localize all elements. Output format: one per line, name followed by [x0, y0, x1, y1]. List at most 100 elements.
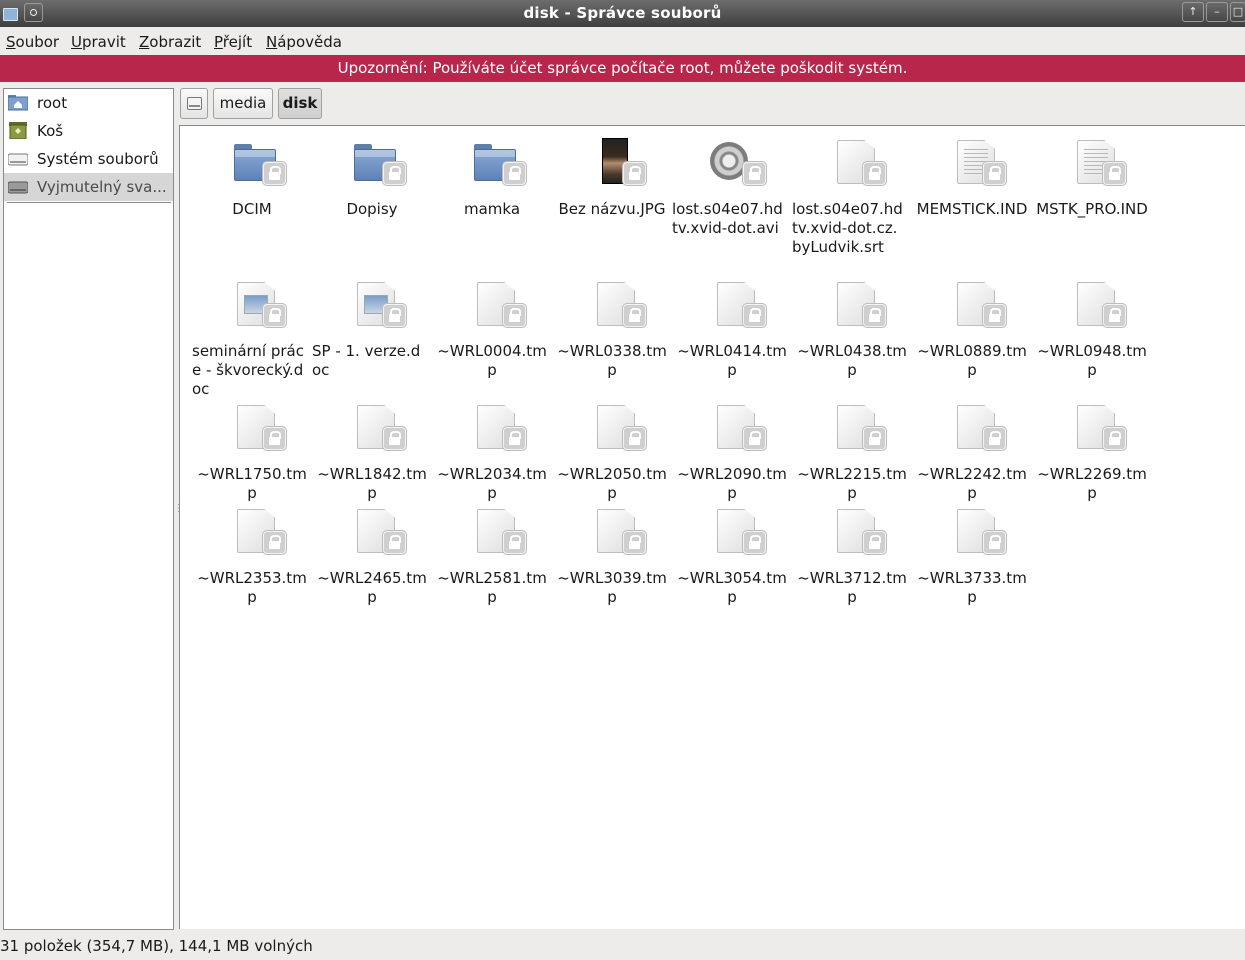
- lock-icon: [863, 304, 886, 327]
- lock-icon: [383, 531, 406, 554]
- file-item[interactable]: ~WRL2581.tmp: [432, 507, 552, 627]
- sidebar-item-trash[interactable]: Koš: [4, 117, 173, 145]
- file-item[interactable]: ~WRL0889.tmp: [912, 280, 1032, 400]
- file-name-label: ~WRL1750.tmp: [197, 465, 307, 502]
- lock-icon: [743, 304, 766, 327]
- file-item[interactable]: ~WRL2242.tmp: [912, 403, 1032, 523]
- file-item[interactable]: ~WRL2465.tmp: [312, 507, 432, 627]
- file-item[interactable]: ~WRL3054.tmp: [672, 507, 792, 627]
- file-name-label: ~WRL2353.tmp: [197, 569, 307, 606]
- status-bar: 31 položek (354,7 MB), 144,1 MB volných: [0, 937, 313, 955]
- blank-file-icon: [944, 280, 1006, 328]
- menu-help[interactable]: Nápověda: [266, 33, 342, 51]
- file-item[interactable]: ~WRL0438.tmp: [792, 280, 912, 400]
- sidebar-item-filesystem[interactable]: Systém souborů: [4, 145, 173, 173]
- file-item[interactable]: lost.s04e07.hdtv.xvid-dot.cz.byLudvik.sr…: [792, 138, 912, 258]
- menu-edit[interactable]: Upravit: [71, 33, 126, 51]
- lock-icon: [623, 304, 646, 327]
- path-segment-disk[interactable]: disk: [278, 88, 322, 119]
- file-item[interactable]: ~WRL2215.tmp: [792, 403, 912, 523]
- menu-file-mnemonic: S: [6, 33, 16, 51]
- menu-bar: Soubor Upravit Zobrazit Přejít Nápověda: [0, 27, 1245, 55]
- file-name-label: ~WRL2050.tmp: [557, 465, 667, 502]
- document-file-icon: [344, 280, 406, 328]
- menu-go[interactable]: Přejít: [214, 33, 252, 51]
- sidebar-item-label: Systém souborů: [37, 150, 159, 168]
- video-file-icon: [704, 138, 766, 186]
- lock-icon: [623, 162, 646, 185]
- file-item[interactable]: ~WRL2050.tmp: [552, 403, 672, 523]
- menu-file[interactable]: Soubor: [6, 33, 59, 51]
- file-name-label: ~WRL3712.tmp: [797, 569, 907, 606]
- file-item[interactable]: ~WRL3712.tmp: [792, 507, 912, 627]
- path-root-button[interactable]: [180, 88, 208, 119]
- file-name-label: ~WRL0948.tmp: [1037, 342, 1147, 379]
- file-item[interactable]: ~WRL3039.tmp: [552, 507, 672, 627]
- blank-file-icon: [944, 507, 1006, 555]
- sidebar-item-label: root: [37, 94, 68, 112]
- lock-icon: [863, 427, 886, 450]
- file-item[interactable]: Dopisy: [312, 138, 432, 258]
- lock-icon: [263, 531, 286, 554]
- file-item[interactable]: ~WRL2090.tmp: [672, 403, 792, 523]
- file-item[interactable]: ~WRL0004.tmp: [432, 280, 552, 400]
- file-name-label: ~WRL2581.tmp: [437, 569, 547, 606]
- file-item[interactable]: lost.s04e07.hdtv.xvid-dot.avi: [672, 138, 792, 258]
- sidebar-item-removable[interactable]: Vyjmutelný sva...: [4, 173, 173, 201]
- lock-icon: [983, 531, 1006, 554]
- maximize-up-button[interactable]: ↑: [1182, 2, 1204, 22]
- blank-file-icon: [824, 507, 886, 555]
- file-item[interactable]: mamka: [432, 138, 552, 258]
- sidebar-item-root[interactable]: root: [4, 89, 173, 117]
- restore-button[interactable]: □: [1230, 2, 1245, 22]
- title-bar: disk - Správce souborů ↑ – □: [0, 0, 1245, 27]
- lock-icon: [503, 427, 526, 450]
- file-name-label: ~WRL0889.tmp: [917, 342, 1027, 379]
- file-item[interactable]: MEMSTICK.IND: [912, 138, 1032, 258]
- file-name-label: SP - 1. verze.doc: [312, 342, 421, 379]
- menu-edit-label: pravit: [81, 33, 126, 51]
- file-item[interactable]: ~WRL2269.tmp: [1032, 403, 1152, 523]
- file-item[interactable]: seminární práce - škvorecký.doc: [192, 280, 312, 400]
- file-item[interactable]: ~WRL3733.tmp: [912, 507, 1032, 627]
- folder-icon: [344, 138, 406, 186]
- lock-icon: [503, 531, 526, 554]
- file-item[interactable]: ~WRL1750.tmp: [192, 403, 312, 523]
- file-item[interactable]: ~WRL2353.tmp: [192, 507, 312, 627]
- blank-file-icon: [224, 403, 286, 451]
- blank-file-icon: [824, 280, 886, 328]
- minimize-button[interactable]: –: [1206, 2, 1228, 22]
- blank-file-icon: [824, 403, 886, 451]
- file-name-label: ~WRL2465.tmp: [317, 569, 427, 606]
- lock-icon: [1103, 304, 1126, 327]
- sidebar-item-label: Vyjmutelný sva...: [37, 178, 167, 196]
- blank-file-icon: [1064, 403, 1126, 451]
- file-item[interactable]: ~WRL0414.tmp: [672, 280, 792, 400]
- menu-view-label: obrazit: [149, 33, 202, 51]
- file-name-label: ~WRL2090.tmp: [677, 465, 787, 502]
- lock-icon: [383, 304, 406, 327]
- file-item[interactable]: SP - 1. verze.doc: [312, 280, 432, 400]
- folder-icon: [464, 138, 526, 186]
- file-item[interactable]: DCIM: [192, 138, 312, 258]
- file-item[interactable]: MSTK_PRO.IND: [1032, 138, 1152, 258]
- file-item[interactable]: ~WRL1842.tmp: [312, 403, 432, 523]
- file-item[interactable]: Bez názvu.JPG: [552, 138, 672, 258]
- root-warning-banner: Upozornění: Používáte účet správce počít…: [0, 55, 1245, 82]
- window-title: disk - Správce souborů: [523, 4, 722, 22]
- menu-go-label: řejít: [222, 33, 253, 51]
- file-item[interactable]: ~WRL0948.tmp: [1032, 280, 1152, 400]
- menu-view[interactable]: Zobrazit: [139, 33, 201, 51]
- lock-icon: [383, 427, 406, 450]
- file-item[interactable]: ~WRL0338.tmp: [552, 280, 672, 400]
- lock-icon: [503, 304, 526, 327]
- lock-icon: [1103, 162, 1126, 185]
- blank-file-icon: [584, 280, 646, 328]
- blank-file-icon: [464, 403, 526, 451]
- file-name-label: ~WRL2034.tmp: [437, 465, 547, 502]
- path-segment-media[interactable]: media: [213, 88, 273, 119]
- file-name-label: ~WRL2269.tmp: [1037, 465, 1147, 502]
- file-item[interactable]: ~WRL2034.tmp: [432, 403, 552, 523]
- file-name-label: lost.s04e07.hdtv.xvid-dot.cz.byLudvik.sr…: [792, 200, 903, 256]
- file-icon-view[interactable]: DCIM Dopisy mamka Bez názvu.JPG lost.s04e07.…: [179, 125, 1245, 929]
